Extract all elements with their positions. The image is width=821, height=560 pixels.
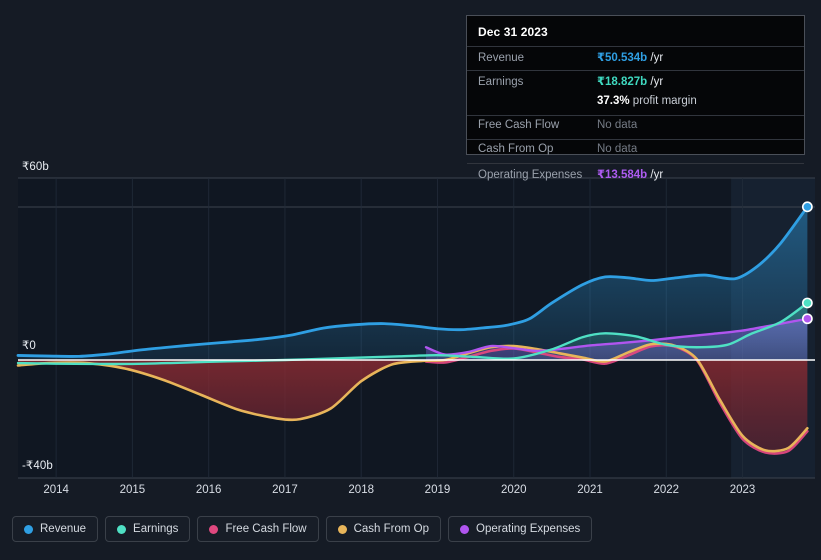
legend-item-operating-expenses[interactable]: Operating Expenses	[448, 516, 593, 542]
tooltip-row: Cash From Op No data	[467, 139, 804, 163]
tooltip-row-unit: profit margin	[629, 95, 697, 107]
tooltip-row-value: No data	[597, 119, 637, 131]
tooltip-row-value: ₹18.827b /yr	[597, 74, 663, 88]
tooltip-row-unit: /yr	[647, 76, 664, 88]
tooltip-row-label: Operating Expenses	[478, 169, 583, 181]
legend-item-label: Earnings	[133, 523, 179, 535]
x-axis-tick-label: 2022	[653, 484, 680, 496]
x-axis-tick-label: 2014	[43, 484, 69, 496]
tooltip-rows: Revenue ₹50.534b /yr Earnings ₹18.827b /yr 3…	[467, 46, 804, 187]
legend-item-label: Operating Expenses	[476, 523, 581, 535]
x-axis-tick-label: 2018	[348, 484, 374, 496]
x-axis-tick-label: 2019	[424, 484, 451, 496]
x-axis-tick-label: 2017	[272, 484, 298, 496]
tooltip-no-data: No data	[597, 119, 638, 131]
tooltip-row-label: Earnings	[478, 76, 524, 88]
tooltip-row-amount: ₹18.827b	[597, 76, 648, 88]
x-axis-tick-label: 2021	[577, 484, 603, 496]
tooltip-row-amount: ₹50.534b	[597, 52, 648, 64]
tooltip-row-value: 37.3% profit margin	[597, 95, 697, 107]
legend-item-earnings[interactable]: Earnings	[105, 516, 191, 542]
x-axis-tick-label: 2015	[119, 484, 146, 496]
legend-item-cash-from-op[interactable]: Cash From Op	[325, 516, 442, 542]
tooltip-row-unit: /yr	[647, 169, 664, 181]
y-axis-label-bottom: -₹40b	[22, 460, 53, 472]
legend-color-dot-icon	[117, 524, 127, 534]
tooltip-row-label: Free Cash Flow	[478, 119, 560, 131]
tooltip-row: 37.3% profit margin	[467, 94, 804, 115]
x-axis-tick-label: 2023	[729, 484, 756, 496]
tooltip-no-data: No data	[597, 143, 638, 155]
tooltip-row-value: ₹13.584b /yr	[597, 167, 663, 181]
tooltip-row-amount: 37.3%	[597, 95, 630, 107]
legend-item-label: Revenue	[40, 523, 87, 535]
tooltip-row-value: No data	[597, 143, 637, 155]
tooltip-row: Revenue ₹50.534b /yr	[467, 46, 804, 70]
legend-item-free-cash-flow[interactable]: Free Cash Flow	[197, 516, 319, 542]
tooltip-row-value: ₹50.534b /yr	[597, 50, 663, 64]
legend-color-dot-icon	[24, 524, 33, 534]
tooltip-date: Dec 31 2023	[478, 25, 548, 39]
tooltip-row: Earnings ₹18.827b /yr	[467, 70, 804, 94]
legend-item-label: Cash From Op	[353, 523, 430, 535]
tooltip-row: Operating Expenses ₹13.584b /yr	[467, 163, 804, 187]
tooltip-row-unit: /yr	[647, 52, 664, 64]
chart-page: ₹60b ₹0 -₹40b 2014 2015 2016 2017 2018 2019 20…	[0, 0, 821, 560]
legend-item-revenue[interactable]: Revenue	[12, 516, 99, 542]
legend-color-dot-icon	[209, 524, 219, 534]
tooltip-row-label: Cash From Op	[478, 143, 554, 155]
tooltip-row: Free Cash Flow No data	[467, 115, 804, 139]
chart-legend[interactable]: Revenue Earnings Free Cash Flow Cash From O…	[12, 516, 593, 542]
data-tooltip: Dec 31 2023 Revenue ₹50.534b /yr Earnings ₹…	[466, 15, 805, 181]
tooltip-row-amount: ₹13.584b	[597, 169, 648, 181]
legend-color-dot-icon	[460, 524, 470, 534]
x-axis-tick-label: 2020	[500, 484, 527, 496]
tooltip-row-label: Revenue	[478, 52, 525, 64]
y-axis-label-top: ₹60b	[22, 161, 49, 173]
legend-color-dot-icon	[337, 524, 347, 534]
x-axis-tick-label: 2016	[195, 484, 222, 496]
y-axis-label-zero: ₹0	[22, 340, 36, 352]
legend-item-label: Free Cash Flow	[225, 523, 307, 535]
